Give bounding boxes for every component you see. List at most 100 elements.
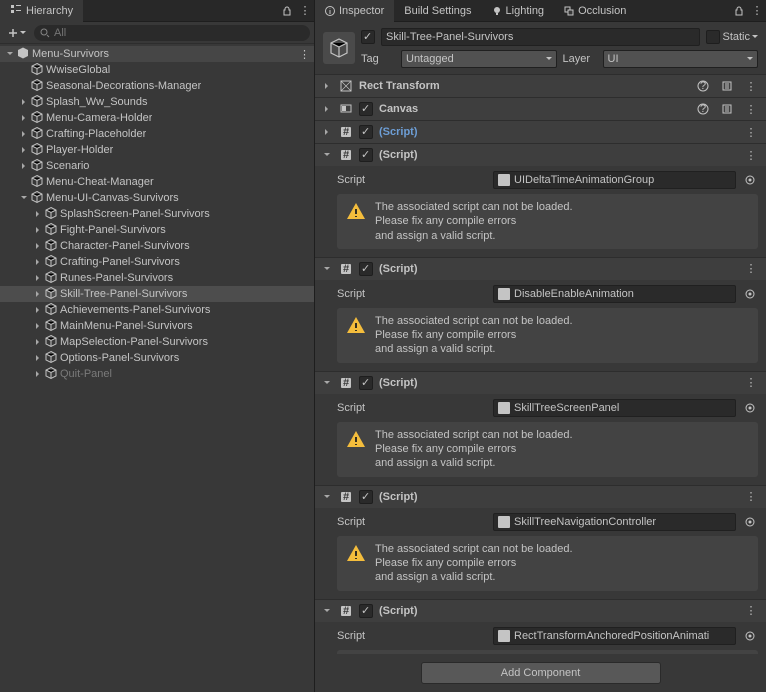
script-object-field[interactable]: RectTransformAnchoredPositionAnimati: [493, 627, 736, 645]
tree-row[interactable]: Player-Holder: [0, 142, 314, 158]
script-object-field[interactable]: DisableEnableAnimation: [493, 285, 736, 303]
preset-icon[interactable]: [718, 100, 736, 118]
tree-row[interactable]: Menu-Cheat-Manager: [0, 174, 314, 190]
tree-row[interactable]: Fight-Panel-Survivors: [0, 222, 314, 238]
expand-arrow-icon[interactable]: [18, 192, 30, 204]
more-icon[interactable]: ⋮: [742, 374, 760, 392]
component-header[interactable]: Rect Transform ?⋮: [315, 75, 766, 97]
expand-arrow-icon[interactable]: [32, 368, 44, 380]
expand-arrow-icon[interactable]: [321, 605, 333, 617]
tree-row[interactable]: Splash_Ww_Sounds: [0, 94, 314, 110]
tag-dropdown[interactable]: Untagged: [401, 50, 557, 68]
component-header[interactable]: # (Script) ⋮: [315, 372, 766, 394]
tree-row[interactable]: Achievements-Panel-Survivors: [0, 302, 314, 318]
expand-arrow-icon[interactable]: [32, 320, 44, 332]
static-toggle[interactable]: Static: [706, 30, 758, 44]
tree-row[interactable]: Skill-Tree-Panel-Survivors: [0, 286, 314, 302]
component-enabled-checkbox[interactable]: [359, 102, 373, 116]
expand-arrow-icon[interactable]: [32, 224, 44, 236]
hierarchy-tree[interactable]: Menu-Survivors ⋮ WwiseGlobal Seasonal-De…: [0, 44, 314, 692]
tree-row[interactable]: SplashScreen-Panel-Survivors: [0, 206, 314, 222]
tree-row[interactable]: Crafting-Panel-Survivors: [0, 254, 314, 270]
expand-arrow-icon[interactable]: [18, 144, 30, 156]
gameobject-icon[interactable]: [323, 32, 355, 64]
expand-arrow-icon[interactable]: [32, 288, 44, 300]
tree-row[interactable]: Seasonal-Decorations-Manager: [0, 78, 314, 94]
component-enabled-checkbox[interactable]: [359, 262, 373, 276]
tree-row-root[interactable]: Menu-Survivors ⋮: [0, 46, 314, 62]
expand-arrow-icon[interactable]: [32, 336, 44, 348]
expand-arrow-icon[interactable]: [32, 272, 44, 284]
expand-arrow-icon[interactable]: [321, 377, 333, 389]
more-icon[interactable]: ⋮: [299, 48, 310, 61]
more-icon[interactable]: ⋮: [742, 488, 760, 506]
search-input[interactable]: [54, 27, 304, 39]
help-icon[interactable]: ?: [694, 77, 712, 95]
expand-arrow-icon[interactable]: [321, 126, 333, 138]
tree-row[interactable]: Quit-Panel: [0, 366, 314, 382]
tab-build-settings[interactable]: Build Settings: [394, 0, 481, 22]
script-object-field[interactable]: UIDeltaTimeAnimationGroup: [493, 171, 736, 189]
more-icon[interactable]: ⋮: [742, 260, 760, 278]
inspector-body[interactable]: Rect Transform ?⋮ Canvas ?⋮ # (Script) ⋮…: [315, 75, 766, 654]
add-component-button[interactable]: Add Component: [421, 662, 661, 684]
tab-lighting[interactable]: Lighting: [482, 0, 555, 22]
expand-arrow-icon[interactable]: [32, 352, 44, 364]
tree-row[interactable]: Options-Panel-Survivors: [0, 350, 314, 366]
tree-row[interactable]: Crafting-Placeholder: [0, 126, 314, 142]
tree-row[interactable]: Scenario: [0, 158, 314, 174]
expand-arrow-icon[interactable]: [32, 240, 44, 252]
more-icon[interactable]: ⋮: [742, 146, 760, 164]
component-enabled-checkbox[interactable]: [359, 125, 373, 139]
more-icon[interactable]: ⋮: [742, 602, 760, 620]
component-header[interactable]: # (Script) ⋮: [315, 258, 766, 280]
component-enabled-checkbox[interactable]: [359, 490, 373, 504]
expand-arrow-icon[interactable]: [32, 304, 44, 316]
object-picker-icon[interactable]: [742, 514, 758, 530]
expand-arrow-icon[interactable]: [18, 112, 30, 124]
component-header[interactable]: # (Script) ⋮: [315, 600, 766, 622]
more-icon[interactable]: ⋮: [748, 2, 766, 20]
help-icon[interactable]: ?: [694, 100, 712, 118]
gameobject-enabled-checkbox[interactable]: [361, 30, 375, 44]
lock-icon[interactable]: [278, 2, 296, 20]
tab-inspector[interactable]: Inspector: [315, 0, 394, 22]
component-header[interactable]: # (Script) ⋮: [315, 144, 766, 166]
lock-icon[interactable]: [730, 2, 748, 20]
more-icon[interactable]: ⋮: [742, 100, 760, 118]
object-picker-icon[interactable]: [742, 628, 758, 644]
expand-arrow-icon[interactable]: [321, 263, 333, 275]
component-enabled-checkbox[interactable]: [359, 148, 373, 162]
expand-arrow-icon[interactable]: [18, 160, 30, 172]
tree-row[interactable]: Menu-Camera-Holder: [0, 110, 314, 126]
object-picker-icon[interactable]: [742, 172, 758, 188]
tree-row[interactable]: Character-Panel-Survivors: [0, 238, 314, 254]
component-header[interactable]: # (Script) ⋮: [315, 486, 766, 508]
preset-icon[interactable]: [718, 77, 736, 95]
expand-arrow-icon[interactable]: [321, 103, 333, 115]
tree-row[interactable]: MainMenu-Panel-Survivors: [0, 318, 314, 334]
tree-row[interactable]: WwiseGlobal: [0, 62, 314, 78]
expand-arrow-icon[interactable]: [321, 491, 333, 503]
hierarchy-search[interactable]: [34, 25, 310, 41]
more-icon[interactable]: ⋮: [742, 77, 760, 95]
expand-arrow-icon[interactable]: [4, 48, 16, 60]
tree-row[interactable]: Runes-Panel-Survivors: [0, 270, 314, 286]
tree-row[interactable]: Menu-UI-Canvas-Survivors: [0, 190, 314, 206]
expand-arrow-icon[interactable]: [321, 149, 333, 161]
component-enabled-checkbox[interactable]: [359, 376, 373, 390]
create-button[interactable]: [4, 28, 30, 38]
expand-arrow-icon[interactable]: [32, 256, 44, 268]
expand-arrow-icon[interactable]: [18, 96, 30, 108]
layer-dropdown[interactable]: UI: [603, 50, 759, 68]
script-object-field[interactable]: SkillTreeNavigationController: [493, 513, 736, 531]
more-icon[interactable]: ⋮: [742, 123, 760, 141]
tree-row[interactable]: MapSelection-Panel-Survivors: [0, 334, 314, 350]
component-header[interactable]: Canvas ?⋮: [315, 98, 766, 120]
component-enabled-checkbox[interactable]: [359, 604, 373, 618]
component-header[interactable]: # (Script) ⋮: [315, 121, 766, 143]
script-object-field[interactable]: SkillTreeScreenPanel: [493, 399, 736, 417]
tab-occlusion[interactable]: Occlusion: [554, 0, 636, 22]
tab-hierarchy[interactable]: Hierarchy: [0, 0, 83, 22]
more-icon[interactable]: ⋮: [296, 2, 314, 20]
